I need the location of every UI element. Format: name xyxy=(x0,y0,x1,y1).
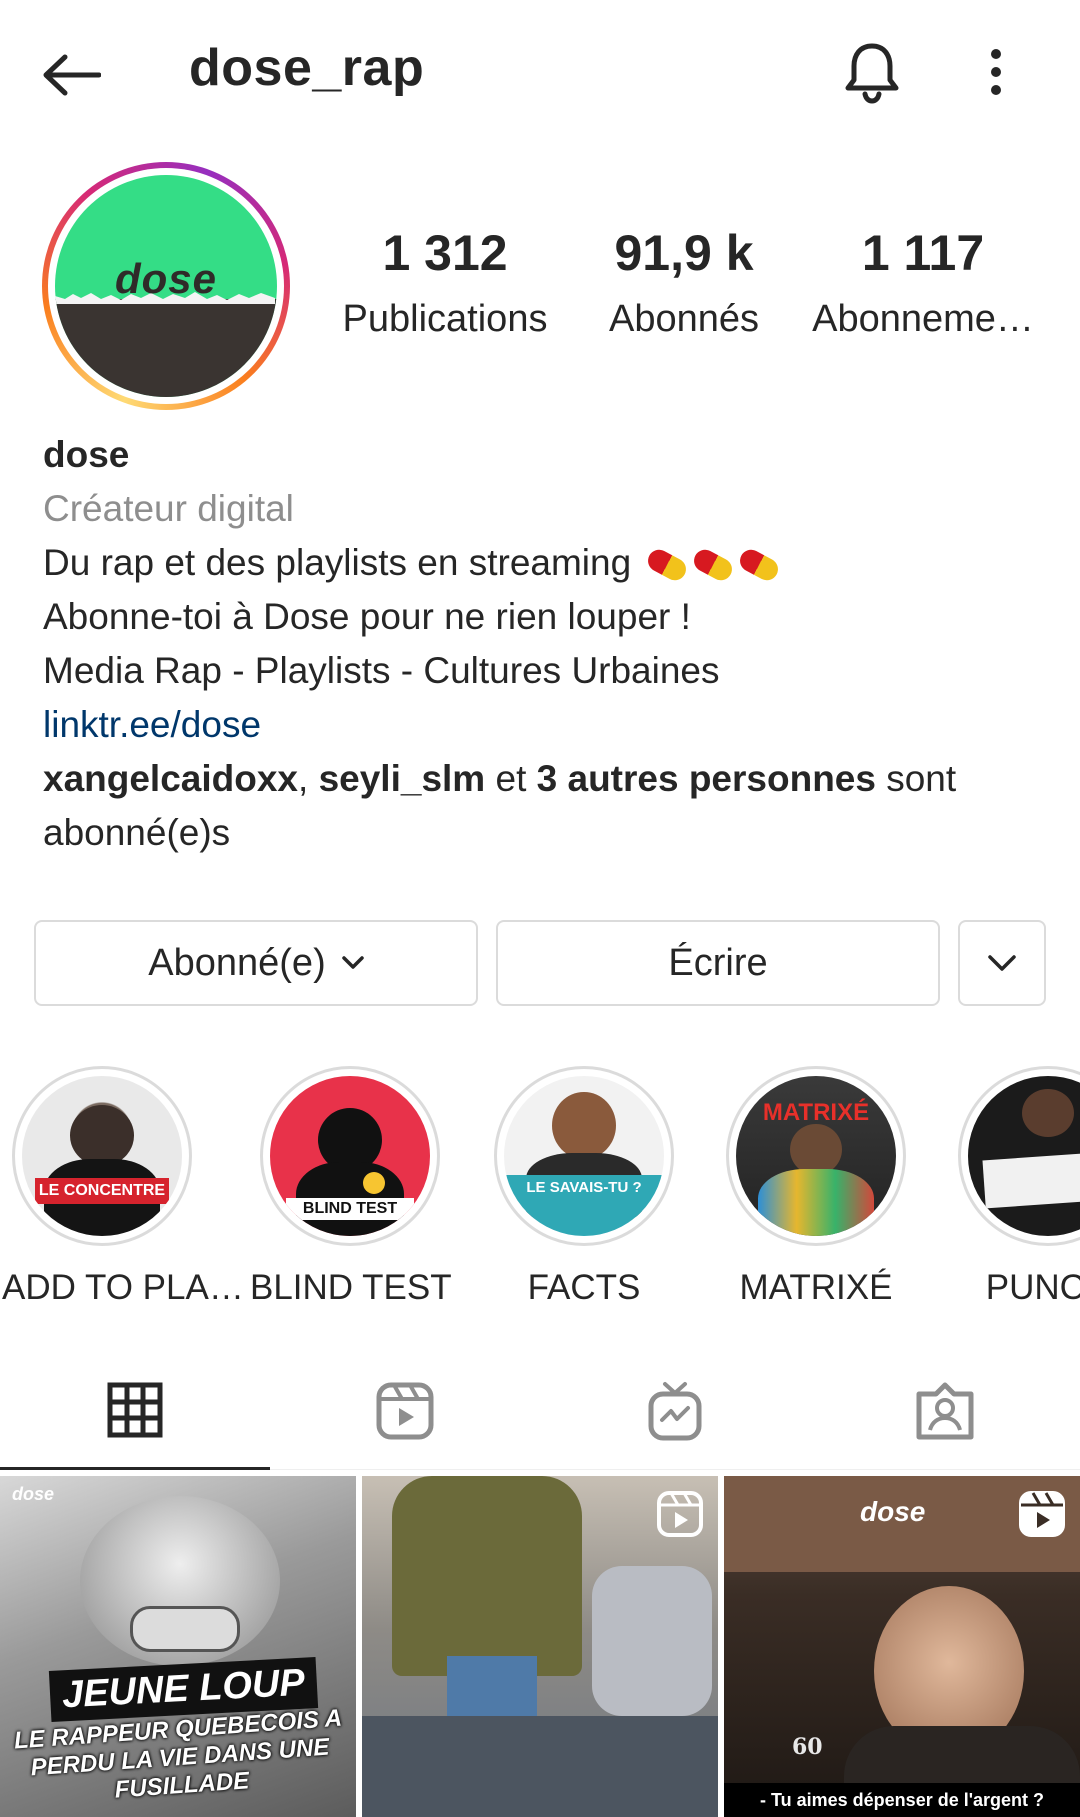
chevron-down-icon xyxy=(988,955,1016,971)
mutual-user-2[interactable]: seyli_slm xyxy=(319,758,486,799)
more-vertical-icon xyxy=(991,49,1001,95)
highlight-cover: MATRIXÉ xyxy=(736,1076,896,1236)
mutual-and: et xyxy=(485,758,537,799)
highlight-add-to-playlist[interactable]: LE CONCENTRE ADD TO PLA… xyxy=(2,1066,244,1308)
post-brand-text: dose xyxy=(12,1484,55,1504)
followers-count: 91,9 k xyxy=(614,225,754,281)
following-stat[interactable]: 1 117 Abonneme… xyxy=(812,228,1034,341)
tv-show-logo: 60 xyxy=(792,1734,823,1760)
bio-line-2: Abonne-toi à Dose pour ne rien louper ! xyxy=(43,596,691,637)
igtv-icon xyxy=(648,1382,702,1441)
following-button[interactable]: Abonné(e) xyxy=(34,920,478,1006)
highlight-cover xyxy=(968,1076,1080,1236)
profile-display-name: dose xyxy=(43,434,130,475)
suggested-accounts-button[interactable] xyxy=(958,920,1046,1006)
mutual-separator: , xyxy=(298,758,319,799)
profile-category: Créateur digital xyxy=(43,488,294,529)
bio-line-1: Du rap et des playlists en streaming xyxy=(43,536,1043,590)
profile-username-title: dose_rap xyxy=(189,39,425,97)
highlight-cover: LE SAVAIS-TU ? xyxy=(504,1076,664,1236)
mutual-followers[interactable]: xangelcaidoxx, seyli_slm et 3 autres per… xyxy=(43,752,1043,806)
profile-bio: dose Créateur digital Du rap et des play… xyxy=(43,428,1043,860)
post-thumbnail[interactable]: dose 60 - Tu aimes dépenser de l'argent … xyxy=(724,1476,1080,1817)
tagged-user-icon xyxy=(916,1382,974,1440)
highlight-facts[interactable]: LE SAVAIS-TU ? FACTS xyxy=(484,1066,684,1308)
tab-tagged[interactable] xyxy=(810,1352,1080,1470)
followers-label: Abonnés xyxy=(608,298,759,340)
arrow-left-icon xyxy=(43,54,101,96)
posts-stat: 1 312 Publications xyxy=(334,228,556,341)
reels-icon xyxy=(657,1491,703,1537)
highlight-label: MATRIXÉ xyxy=(739,1268,893,1307)
message-button[interactable]: Écrire xyxy=(496,920,940,1006)
highlight-label: PUNCH xyxy=(985,1268,1080,1307)
highlight-overlay-text: BLIND TEST xyxy=(286,1197,414,1220)
mutual-tail: sont xyxy=(875,758,957,799)
pill-emoji-icon xyxy=(644,546,691,585)
highlight-blind-test[interactable]: BLIND TEST BLIND TEST xyxy=(250,1066,452,1308)
highlight-overlay-text: LE CONCENTRE xyxy=(34,1178,170,1204)
highlight-label: FACTS xyxy=(527,1268,641,1307)
pill-emoji-icon xyxy=(736,546,783,585)
mutual-others[interactable]: 3 autres personnes xyxy=(537,758,876,799)
reels-icon xyxy=(376,1382,434,1440)
avatar-brand-text: dose xyxy=(114,254,218,302)
highlight-cover: LE CONCENTRE xyxy=(22,1076,182,1236)
highlight-matrixe[interactable]: MATRIXÉ MATRIXÉ xyxy=(716,1066,916,1308)
back-button[interactable] xyxy=(36,40,106,110)
tab-igtv[interactable] xyxy=(540,1352,810,1470)
bell-icon xyxy=(845,43,899,104)
following-count: 1 117 xyxy=(861,225,985,281)
chevron-down-icon xyxy=(341,956,364,969)
highlight-label: BLIND TEST xyxy=(250,1268,452,1307)
notifications-button[interactable] xyxy=(834,34,910,110)
following-button-label: Abonné(e) xyxy=(148,941,326,984)
message-button-label: Écrire xyxy=(668,941,768,984)
post-thumbnail[interactable]: dose JEUNE LOUP LE RAPPEUR QUEBECOIS A P… xyxy=(0,1476,356,1817)
profile-avatar[interactable]: dose xyxy=(42,162,290,410)
followers-stat[interactable]: 91,9 k Abonnés xyxy=(598,228,770,341)
post-caption: - Tu aimes dépenser de l'argent ? xyxy=(724,1783,1080,1817)
post-brand-text: dose xyxy=(860,1496,926,1527)
highlight-overlay-text: MATRIXÉ xyxy=(762,1098,870,1126)
more-options-button[interactable] xyxy=(972,34,1020,110)
pill-emoji-icon xyxy=(690,546,737,585)
avatar-image: dose xyxy=(55,175,277,397)
tab-reels[interactable] xyxy=(270,1352,540,1470)
post-thumbnail[interactable] xyxy=(362,1476,718,1817)
tab-grid[interactable] xyxy=(0,1352,270,1470)
bio-line-1-text: Du rap et des playlists en streaming xyxy=(43,542,632,583)
highlight-cover: BLIND TEST xyxy=(270,1076,430,1236)
top-bar: dose_rap xyxy=(0,0,1080,150)
bio-line-3: Media Rap - Playlists - Cultures Urbaine… xyxy=(43,650,720,691)
grid-icon xyxy=(107,1382,163,1437)
following-label: Abonneme… xyxy=(812,298,1034,340)
profile-tabs xyxy=(0,1352,1080,1470)
reels-icon xyxy=(1019,1491,1065,1537)
highlight-punch[interactable]: PUNCH xyxy=(948,1066,1080,1308)
mutual-user-1[interactable]: xangelcaidoxx xyxy=(43,758,298,799)
mutual-followers-line-2: abonné(e)s xyxy=(43,812,231,853)
highlight-overlay-text: LE SAVAIS-TU ? xyxy=(504,1175,664,1236)
bio-link[interactable]: linktr.ee/dose xyxy=(43,698,1043,752)
posts-count: 1 312 xyxy=(382,225,508,281)
highlight-label: ADD TO PLA… xyxy=(2,1268,244,1307)
posts-label: Publications xyxy=(342,298,548,340)
